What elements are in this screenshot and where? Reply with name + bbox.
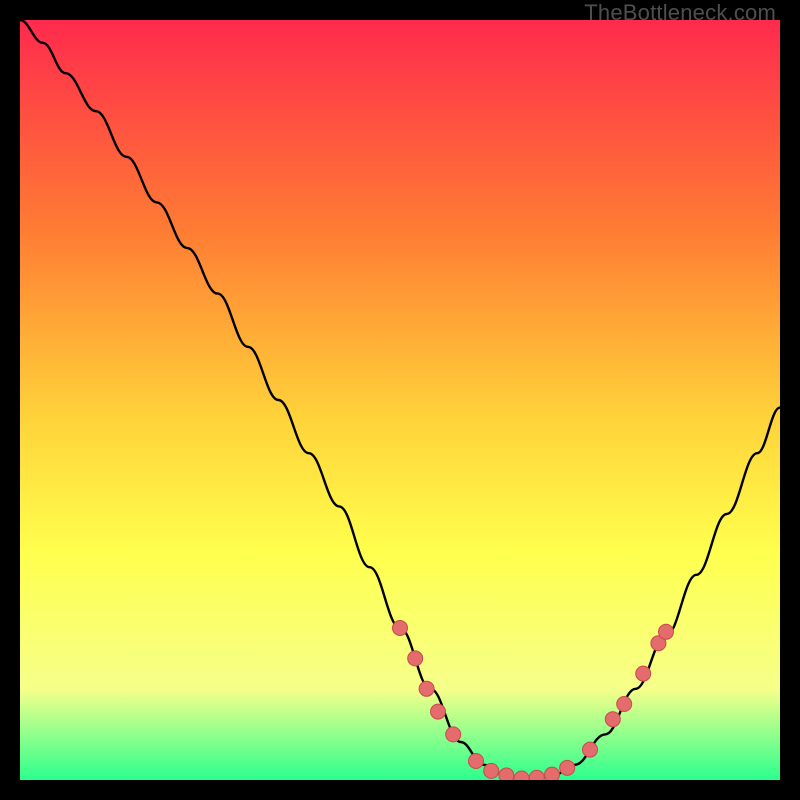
data-dot	[617, 697, 632, 712]
data-dot	[560, 760, 575, 775]
plot-area	[20, 20, 780, 780]
chart-frame	[20, 20, 780, 780]
data-dot	[659, 624, 674, 639]
data-dot	[605, 712, 620, 727]
data-dot	[393, 621, 408, 636]
data-dot	[484, 763, 499, 778]
watermark-text: TheBottleneck.com	[584, 0, 776, 26]
data-dots	[393, 621, 674, 781]
data-dot	[514, 771, 529, 780]
data-dot	[583, 742, 598, 757]
curve-layer	[20, 20, 780, 780]
data-dot	[469, 754, 484, 769]
data-dot	[431, 704, 446, 719]
data-dot	[419, 681, 434, 696]
data-dot	[636, 666, 651, 681]
data-dot	[529, 770, 544, 780]
bottleneck-curve	[20, 20, 780, 780]
data-dot	[499, 768, 514, 780]
data-dot	[545, 767, 560, 780]
data-dot	[408, 651, 423, 666]
data-dot	[446, 727, 461, 742]
